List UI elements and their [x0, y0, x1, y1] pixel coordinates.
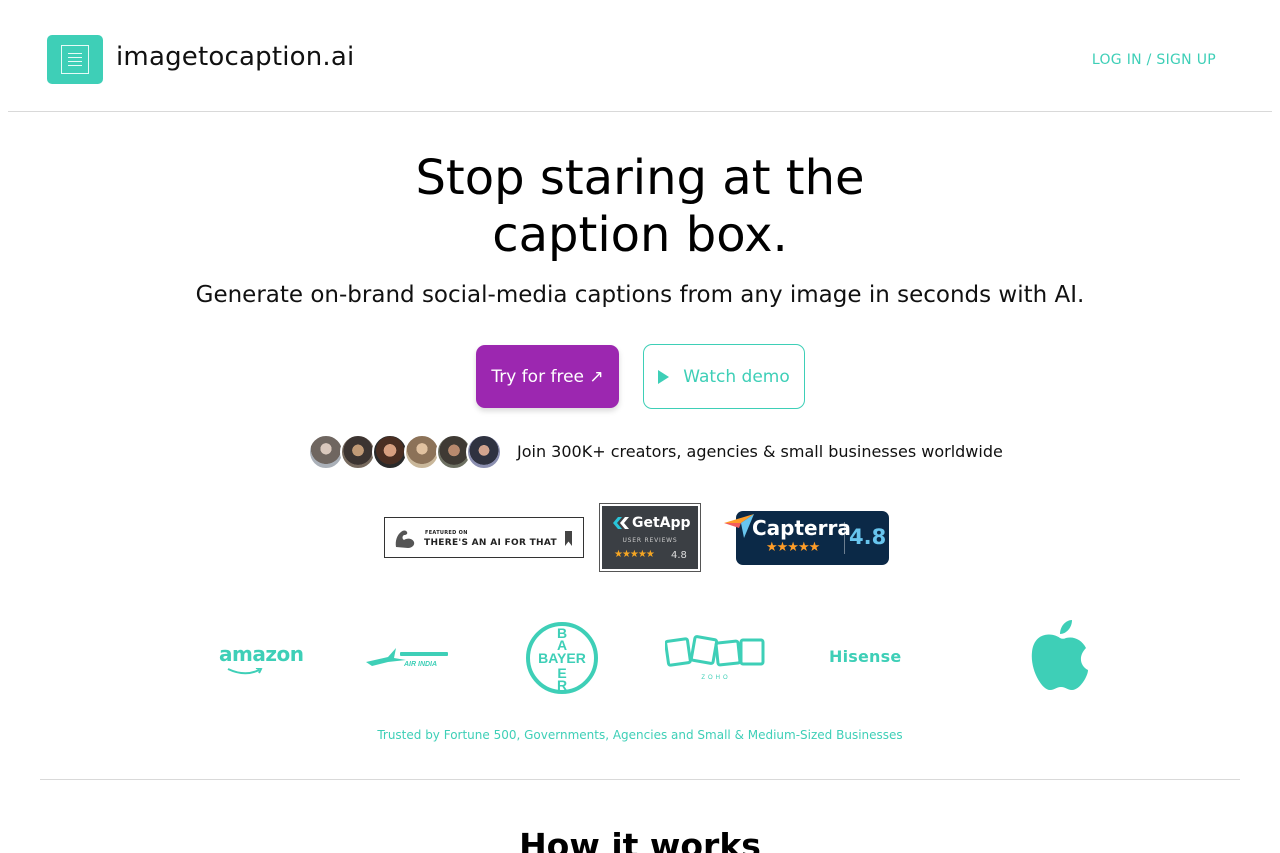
section-divider [40, 779, 1240, 780]
getapp-user-reviews: USER REVIEWS [622, 537, 678, 544]
join-creators-text: Join 300K+ creators, agencies & small bu… [517, 442, 1003, 461]
amazon-smile-icon [227, 668, 263, 675]
avatar [308, 434, 344, 470]
flexed-arm-icon [395, 530, 415, 548]
getapp-rating: 4.8 [671, 550, 687, 561]
brand-name[interactable]: imagetocaption.ai [116, 42, 354, 72]
capterra-name: Capterra [752, 516, 851, 540]
svg-text:A: A [557, 637, 567, 653]
site-header: imagetocaption.ai LOG IN / SIGN UP [8, 0, 1272, 112]
hero-title-line-1: Stop staring at the [415, 150, 865, 206]
bayer-logo: BAYER BAER [526, 622, 598, 694]
capterra-divider [844, 522, 845, 554]
getapp-name: GetApp [632, 515, 691, 531]
how-it-works-heading: How it works [519, 826, 761, 853]
logo-icon[interactable] [47, 35, 103, 84]
getapp-logo-icon [613, 517, 629, 529]
getapp-badge[interactable]: GetApp USER REVIEWS ★★★★★ 4.8 [599, 503, 701, 572]
air-india-logo: AIR INDIA [366, 648, 448, 668]
capterra-badge[interactable]: Capterra ★★★★★ 4.8 [724, 511, 889, 565]
hisense-logo: Hisense [829, 647, 902, 666]
amazon-logo: amazon [219, 642, 304, 666]
zoho-wordmark: ZOHO [701, 675, 730, 681]
aift-name: THERE'S AN AI FOR THAT [424, 538, 557, 548]
watch-demo-button[interactable]: Watch demo [643, 344, 805, 409]
svg-text:R: R [557, 677, 567, 693]
theres-an-ai-for-that-badge[interactable]: FEATURED ON THERE'S AN AI FOR THAT [384, 517, 584, 558]
play-icon [658, 369, 670, 384]
login-signup-link[interactable]: LOG IN / SIGN UP [1092, 52, 1216, 68]
avatar [340, 434, 376, 470]
client-logos: amazon AIR INDIA BAYER BAER ZOHO Hisense [0, 612, 1280, 702]
bookmark-icon [565, 531, 572, 546]
avatar [404, 434, 440, 470]
try-for-free-button[interactable]: Try for free ↗ [476, 345, 619, 408]
user-avatars [308, 434, 503, 470]
avatar [372, 434, 408, 470]
air-india-wordmark: AIR INDIA [403, 661, 437, 668]
document-icon [61, 45, 89, 74]
apple-logo [1031, 620, 1088, 690]
avatar [466, 434, 502, 470]
getapp-stars: ★★★★★ [614, 549, 655, 560]
capterra-rating: 4.8 [849, 525, 887, 549]
trusted-by-text: Trusted by Fortune 500, Governments, Age… [377, 728, 903, 742]
watch-demo-label: Watch demo [683, 366, 790, 387]
hero-title-line-2: caption box. [492, 207, 788, 263]
zoho-logo: ZOHO [665, 635, 765, 681]
featured-on-text: FEATURED ON [425, 530, 468, 536]
hero-subtitle: Generate on-brand social-media captions … [195, 282, 1085, 308]
capterra-arrow-icon [724, 514, 754, 538]
capterra-stars: ★★★★★ [766, 540, 820, 555]
hero-title: Stop staring at the caption box. [0, 150, 1280, 264]
